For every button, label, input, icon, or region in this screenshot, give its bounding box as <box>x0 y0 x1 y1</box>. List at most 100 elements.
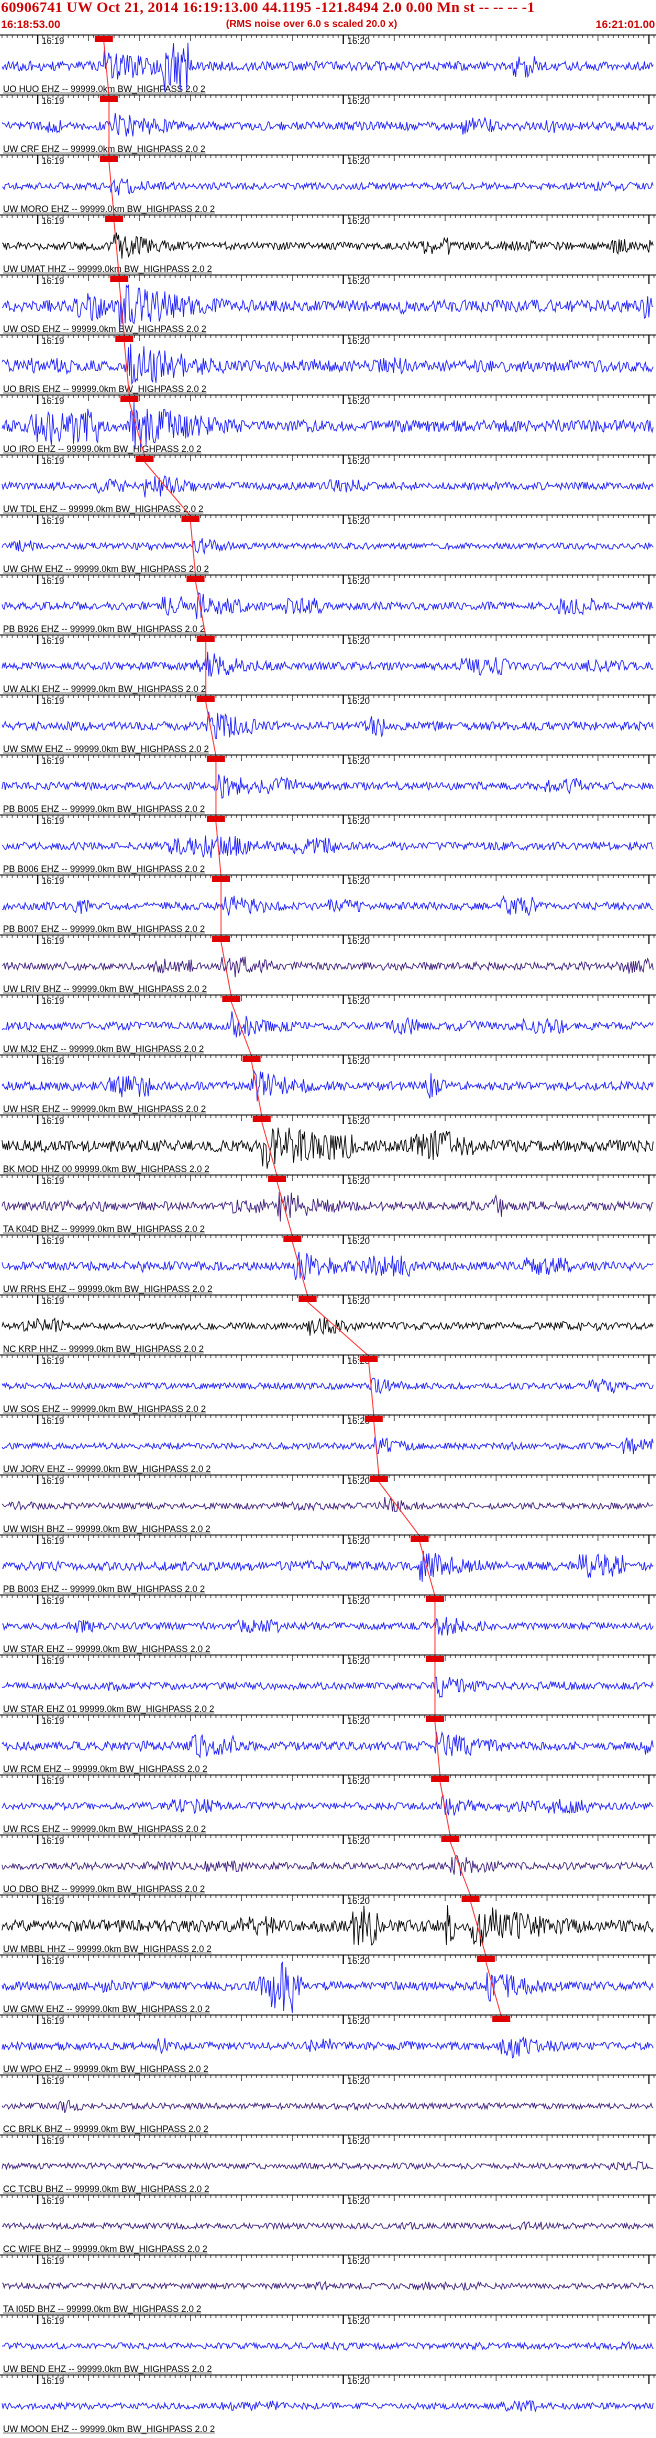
pick-marker <box>283 1236 302 1242</box>
channel-row: 16:19 16:20 UW STAR EHZ -- 99999.0km BW_HI… <box>0 1594 656 1656</box>
waveform-trace <box>1 343 654 386</box>
channel-row: 16:19 16:20 UW RCM EHZ -- 99999.0km BW_HIG… <box>0 1714 656 1777</box>
tick-label: 16:19 <box>42 756 65 766</box>
channel-label: UW SOS EHZ -- 99999.0km BW_HIGHPASS 2.0 … <box>3 1404 206 1414</box>
tick-label: 16:19 <box>42 1416 65 1426</box>
tick-label: 16:20 <box>347 336 370 346</box>
pick-marker <box>212 876 231 882</box>
tick-label: 16:20 <box>347 1476 370 1486</box>
moveout-line <box>378 1481 421 1537</box>
pick-marker <box>425 1596 444 1602</box>
pick-marker <box>206 816 225 822</box>
channel-row: 16:19 16:20 UW GMW EHZ -- 99999.0km BW_HIG… <box>0 1954 656 2017</box>
pick-marker <box>196 636 215 642</box>
channel-row: 16:19 16:20 PB B926 EHZ -- 99999.0km BW_HI… <box>0 574 656 637</box>
tick-label: 16:19 <box>42 396 65 406</box>
channel-row: 16:19 16:20 BK MOD HHZ 00 99999.0km BW_HIG… <box>0 1114 656 1177</box>
tick-label: 16:20 <box>347 156 370 166</box>
pick-marker <box>135 456 154 462</box>
waveform-trace <box>1 2161 654 2171</box>
pick-marker <box>181 516 200 522</box>
waveform-trace <box>1 2036 654 2059</box>
tick-label: 16:20 <box>347 1956 370 1966</box>
tick-label: 16:20 <box>347 1596 370 1606</box>
channel-row: 16:19 16:20 CC BRLK BHZ -- 99999.0km BW_HI… <box>0 2074 656 2134</box>
tick-label: 16:19 <box>42 1536 65 1546</box>
waveform-trace <box>1 895 654 917</box>
tick-label: 16:20 <box>347 636 370 646</box>
channel-row: 16:19 16:20 PB B003 EHZ -- 99999.0km BW_HI… <box>0 1534 656 1597</box>
channel-label: UO HUO EHZ -- 99999.0km BW_HIGHPASS 2.0 … <box>3 84 205 94</box>
pick-marker <box>268 1176 287 1182</box>
tick-label: 16:20 <box>347 36 370 46</box>
pick-marker <box>110 276 129 282</box>
event-title: 60906741 UW Oct 21, 2014 16:19:13.00 44.… <box>1 0 535 16</box>
channel-row: 16:19 16:20 UW LRIV BHZ -- 99999.0km BW_HI… <box>0 934 656 997</box>
waveform-trace <box>1 711 654 739</box>
tick-label: 16:20 <box>347 2016 370 2026</box>
pick-marker <box>94 36 113 42</box>
channel-row: 16:19 16:20 UW WPO EHZ -- 99999.0km BW_HIG… <box>0 2014 656 2074</box>
pick-marker <box>206 756 225 762</box>
tick-label: 16:20 <box>347 516 370 526</box>
pick-marker <box>196 696 215 702</box>
pick-marker <box>425 1656 444 1662</box>
waveform-trace <box>1 1731 654 1759</box>
tick-label: 16:19 <box>42 516 65 526</box>
waveform-trace <box>1 1497 654 1513</box>
pick-marker <box>115 336 134 342</box>
tick-label: 16:20 <box>347 756 370 766</box>
channel-row: 16:19 16:20 UO BRIS EHZ -- 99999.0km BW_HI… <box>0 334 656 397</box>
channel-label: UW TDL EHZ -- 99999.0km BW_HIGHPASS 2.0 … <box>3 504 203 514</box>
tick-label: 16:19 <box>42 1176 65 1186</box>
tick-label: 16:20 <box>347 1836 370 1846</box>
tick-label: 16:20 <box>347 276 370 286</box>
channel-row: 16:19 16:20 UW OSD EHZ -- 99999.0km BW_HIG… <box>0 274 656 337</box>
tick-label: 16:19 <box>42 1476 65 1486</box>
pick-marker <box>298 1296 317 1302</box>
channel-label: UW GHW EHZ -- 99999.0km BW_HIGHPASS 2.0 … <box>3 564 209 574</box>
tick-label: 16:19 <box>42 1896 65 1906</box>
waveform-trace <box>1 113 654 137</box>
tick-label: 16:19 <box>42 2076 65 2086</box>
channel-row: 16:19 16:20 UW RCS EHZ -- 99999.0km BW_HIG… <box>0 1774 656 1837</box>
channel-label: PB B003 EHZ -- 99999.0km BW_HIGHPASS 2.0… <box>3 1584 205 1594</box>
tick-label: 16:19 <box>42 1836 65 1846</box>
waveform-trace <box>1 475 654 498</box>
channel-label: BK MOD HHZ 00 99999.0km BW_HIGHPASS 2.0 … <box>3 1164 209 1174</box>
waveform-trace <box>1 1550 654 1582</box>
pick-marker <box>186 576 205 582</box>
pick-marker <box>105 216 124 222</box>
channel-label: CC TCBU BHZ -- 99999.0km BW_HIGHPASS 2.0… <box>3 2184 209 2194</box>
pick-marker <box>369 1476 388 1482</box>
channel-label: UW UMAT HHZ -- 99999.0km BW_HIGHPASS 2.0… <box>3 264 212 274</box>
waveform-trace <box>1 1127 654 1169</box>
channel-label: PB B005 EHZ -- 99999.0km BW_HIGHPASS 2.0… <box>3 804 205 814</box>
pick-marker <box>476 1956 495 1962</box>
channel-row: 16:19 16:20 UO IRO EHZ -- 99999.0km BW_HIG… <box>0 394 656 457</box>
channel-label: UW MJ2 EHZ -- 99999.0km BW_HIGHPASS 2.0 … <box>3 1044 204 1054</box>
waveform-trace <box>1 2099 654 2114</box>
waveform-trace <box>1 1794 654 1816</box>
tick-label: 16:20 <box>347 996 370 1006</box>
tick-label: 16:19 <box>42 2136 65 2146</box>
tick-label: 16:20 <box>347 816 370 826</box>
tick-label: 16:19 <box>42 216 65 226</box>
channel-row: 16:19 16:20 NC KRP HHZ -- 99999.0km BW_HIG… <box>0 1294 656 1357</box>
tick-label: 16:20 <box>347 1776 370 1786</box>
channel-label: CC BRLK BHZ -- 99999.0km BW_HIGHPASS 2.0… <box>3 2124 208 2134</box>
channel-row: 16:19 16:20 UO DBO BHZ -- 99999.0km BW_HIG… <box>0 1834 656 1897</box>
tick-label: 16:19 <box>42 1356 65 1366</box>
tick-label: 16:20 <box>347 456 370 466</box>
waveform-trace <box>1 1192 654 1222</box>
pick-marker <box>99 96 118 102</box>
waveform-trace <box>1 774 654 799</box>
channel-row: 16:19 16:20UW SOS EHZ -- 99999.0km BW_HIG… <box>0 1354 656 1417</box>
tick-label: 16:19 <box>42 996 65 1006</box>
channel-label: UW OSD EHZ -- 99999.0km BW_HIGHPASS 2.0 … <box>3 324 206 334</box>
waveform-trace <box>1 177 654 196</box>
tick-label: 16:20 <box>347 1056 370 1066</box>
plot-header: 60906741 UW Oct 21, 2014 16:19:13.00 44.… <box>0 0 656 34</box>
channel-row: 16:19 16:20 TA K04D BHZ -- 99999.0km BW_HI… <box>0 1174 656 1237</box>
channel-label: UW RCS EHZ -- 99999.0km BW_HIGHPASS 2.0 … <box>3 1824 206 1834</box>
